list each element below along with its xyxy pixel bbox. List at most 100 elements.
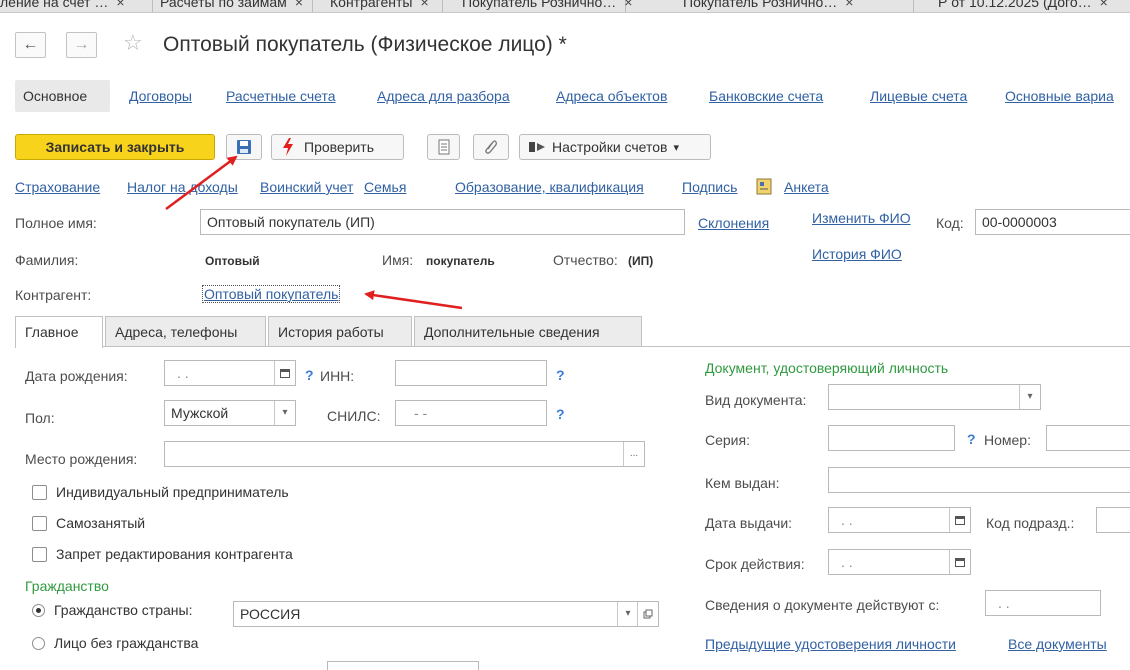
favorite-star-icon[interactable]: ☆ <box>123 30 143 56</box>
link-military[interactable]: Воинский учет <box>260 179 353 195</box>
country-select[interactable]: РОССИЯ ▾ <box>233 601 659 627</box>
chevron-down-icon[interactable]: ▾ <box>1019 385 1040 409</box>
section-personal-accounts[interactable]: Лицевые счета <box>870 88 967 104</box>
tab-addresses-phones[interactable]: Адреса, телефоны <box>105 316 266 346</box>
valid-until-input[interactable]: . . <box>828 549 971 575</box>
lock-edit-checkbox[interactable] <box>32 547 47 562</box>
series-input[interactable] <box>828 425 955 451</box>
code-input[interactable]: 00-0000003 <box>975 209 1130 235</box>
fio-history-link[interactable]: История ФИО <box>812 246 902 262</box>
save-close-button[interactable]: Записать и закрыть <box>15 134 215 160</box>
help-icon[interactable]: ? <box>305 367 314 383</box>
help-icon[interactable]: ? <box>967 431 976 447</box>
close-icon[interactable]: × <box>1100 0 1108 12</box>
section-main-variants[interactable]: Основные вариа <box>1005 88 1114 104</box>
ip-checkbox[interactable] <box>32 485 47 500</box>
patronymic-value: (ИП) <box>628 254 654 268</box>
number-input[interactable] <box>1046 425 1130 451</box>
close-icon[interactable]: × <box>295 0 303 12</box>
link-signature[interactable]: Подпись <box>682 179 737 195</box>
section-addresses-parse[interactable]: Адреса для разбора <box>377 88 510 104</box>
window-tab[interactable]: Расчеты по займам × <box>154 0 313 12</box>
window-tab[interactable]: Покупатель Рознично… × <box>456 0 632 12</box>
help-icon[interactable]: ? <box>556 367 565 383</box>
radio-country-label: Гражданство страны: <box>54 602 193 618</box>
code-label: Код: <box>936 215 964 231</box>
radio-stateless-label: Лицо без гражданства <box>54 635 199 651</box>
selfemployed-checkbox[interactable] <box>32 516 47 531</box>
issued-by-label: Кем выдан: <box>705 475 780 491</box>
section-object-addresses[interactable]: Адреса объектов <box>556 88 667 104</box>
inn-label: ИНН: <box>320 368 355 384</box>
close-icon[interactable]: × <box>116 0 124 12</box>
gender-select[interactable]: Мужской ▾ <box>164 400 296 426</box>
snils-input[interactable]: - - <box>395 400 547 426</box>
section-contracts[interactable]: Договоры <box>129 88 192 104</box>
open-icon[interactable] <box>637 602 658 626</box>
tab-label: Главное <box>25 324 79 340</box>
link-family[interactable]: Семья <box>364 179 406 195</box>
section-accounts[interactable]: Расчетные счета <box>226 88 336 104</box>
link-questionnaire[interactable]: Анкета <box>784 179 829 195</box>
link-income-tax[interactable]: Налог на доходы <box>127 179 238 195</box>
prev-docs-link[interactable]: Предыдущие удостоверения личности <box>705 636 956 652</box>
back-button[interactable]: ← <box>15 32 46 58</box>
issued-by-input[interactable] <box>828 467 1130 493</box>
counterparty-link[interactable]: Оптовый покупатель <box>202 285 341 303</box>
window-tab[interactable]: ление на счет … × <box>0 0 153 12</box>
link-education[interactable]: Образование, квалификация <box>455 179 644 195</box>
save-close-label: Записать и закрыть <box>45 139 185 155</box>
help-icon[interactable]: ? <box>556 406 565 422</box>
full-name-input[interactable]: Оптовый покупатель (ИП) <box>200 209 685 235</box>
attachment-button[interactable] <box>473 134 509 160</box>
calendar-icon[interactable] <box>274 361 295 385</box>
all-docs-link[interactable]: Все документы <box>1008 636 1107 652</box>
snils-label: СНИЛС: <box>327 408 381 424</box>
tab-main[interactable]: Главное <box>15 316 103 348</box>
lastname-label: Фамилия: <box>15 252 79 268</box>
full-name-label: Полное имя: <box>15 215 97 231</box>
calendar-icon[interactable] <box>949 508 970 532</box>
tab-work-history[interactable]: История работы <box>268 316 412 346</box>
dept-code-input[interactable] <box>1096 507 1130 533</box>
close-icon[interactable]: × <box>845 0 853 12</box>
save-button[interactable] <box>226 134 262 160</box>
change-fio-link[interactable]: Изменить ФИО <box>812 210 911 226</box>
account-settings-dropdown[interactable]: Настройки счетов ▾ <box>519 134 711 160</box>
chevron-down-icon[interactable]: ▾ <box>617 602 638 626</box>
id-doc-header: Документ, удостоверяющий личность <box>705 360 949 376</box>
ellipsis-icon[interactable]: ... <box>623 442 644 466</box>
questionnaire-icon <box>756 178 774 195</box>
calendar-icon[interactable] <box>949 550 970 574</box>
birth-date-input[interactable]: . . <box>164 360 296 386</box>
radio-country[interactable] <box>32 604 45 617</box>
declensions-link[interactable]: Склонения <box>698 215 769 231</box>
window-tab[interactable]: Покупатель Рознично… × <box>677 0 914 12</box>
tab-additional-info[interactable]: Дополнительные сведения <box>414 316 642 346</box>
radio-stateless[interactable] <box>32 637 45 650</box>
birth-place-input[interactable]: ... <box>164 441 645 467</box>
doc-type-select[interactable]: ▾ <box>828 384 1041 410</box>
valid-from-label: Сведения о документе действуют с: <box>705 597 940 613</box>
section-main[interactable]: Основное <box>23 88 87 104</box>
window-tab[interactable]: Контрагенты × <box>324 0 443 12</box>
close-icon[interactable]: × <box>624 0 632 12</box>
tab-label: Адреса, телефоны <box>115 324 238 340</box>
link-insurance[interactable]: Страхование <box>15 179 100 195</box>
lock-edit-checkbox-label: Запрет редактирования контрагента <box>56 546 293 562</box>
forward-button[interactable]: → <box>66 32 97 58</box>
report-button[interactable] <box>427 134 460 160</box>
ip-checkbox-label: Индивидуальный предприниматель <box>56 484 289 500</box>
series-label: Серия: <box>705 432 750 448</box>
section-bank-accounts[interactable]: Банковские счета <box>709 88 823 104</box>
country-value: РОССИЯ <box>240 606 301 622</box>
window-tab-label: Расчеты по займам <box>160 0 287 10</box>
chevron-down-icon[interactable]: ▾ <box>274 401 295 425</box>
window-tab-label: Контрагенты <box>330 0 413 10</box>
close-icon[interactable]: × <box>420 0 428 12</box>
inn-input[interactable] <box>395 360 547 386</box>
valid-from-input[interactable]: . . <box>985 590 1101 616</box>
window-tab[interactable]: Р от 10.12.2025 (Дого… × <box>932 0 1130 12</box>
issue-date-input[interactable]: . . <box>828 507 971 533</box>
check-button[interactable]: Проверить <box>271 134 404 160</box>
